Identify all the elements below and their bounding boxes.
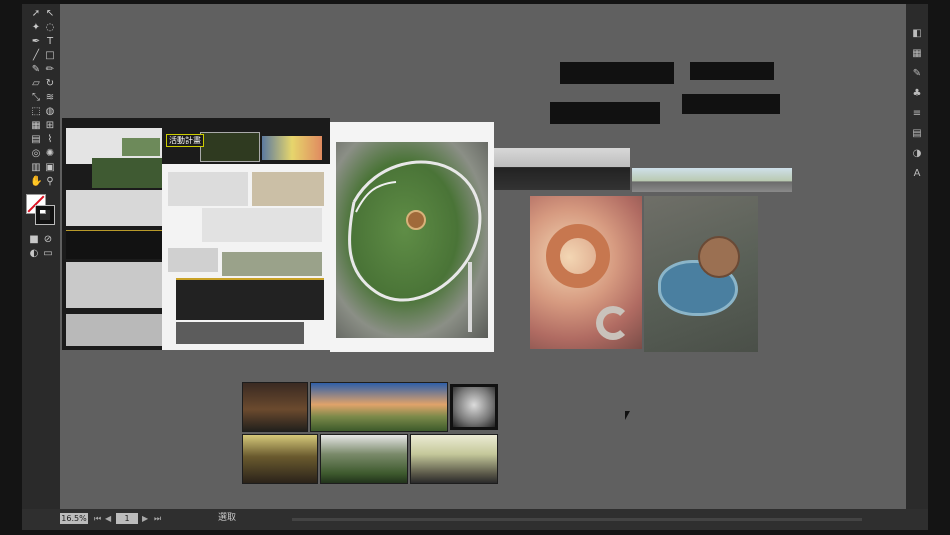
shape-builder-icon[interactable]: ◍ (44, 106, 56, 118)
artboard-poster-2[interactable] (162, 118, 330, 350)
paintbrush-icon[interactable]: ✎ (30, 64, 42, 76)
zoom-level-field[interactable]: 16.5% (60, 513, 88, 524)
scale-icon[interactable]: ⤡ (30, 92, 42, 104)
draw-mode-icon[interactable]: ◐ (28, 248, 40, 260)
ring-structure (546, 224, 610, 288)
photo-thumbnail[interactable] (242, 382, 308, 432)
hand-icon[interactable]: ✋ (30, 176, 42, 188)
screen-mode-icon[interactable]: ▭ (42, 248, 54, 260)
poster-photo (122, 138, 160, 156)
symbol-sprayer-icon[interactable]: ✺ (44, 148, 56, 160)
photo-panel (252, 172, 324, 206)
swatches-icon[interactable]: ▦ (911, 48, 923, 60)
status-bar: 16.5% ⏮ ◀ 1 ▶ ⏭ 選取 (22, 509, 928, 530)
sketch-panel (168, 172, 248, 206)
right-panel-dock: ◧ ▦ ✎ ♣ ≡ ▤ ◑ A (906, 4, 928, 530)
thumbnail-strip[interactable] (560, 62, 674, 84)
tools-panel: ➚ ↖ ✦ ◌ ✒ T ╱ □ ✎ ✏ ▱ ↻ ⤡ ≋ ⬚ ◍ ▦ ⊞ ▤ ⌇ … (22, 4, 60, 530)
last-page-icon[interactable]: ⏭ (154, 513, 161, 524)
mesh-icon[interactable]: ⊞ (44, 120, 56, 132)
thumbnail-strip[interactable] (690, 62, 774, 80)
photo-thumbnail[interactable] (242, 434, 318, 484)
photo-thumbnail[interactable] (410, 434, 498, 484)
first-page-icon[interactable]: ⏮ (94, 513, 101, 524)
eraser-icon[interactable]: ▱ (30, 78, 42, 90)
pencil-icon[interactable]: ✏ (44, 64, 56, 76)
zoom-icon[interactable]: ⚲ (44, 176, 56, 188)
gradient-panel-icon[interactable]: ▤ (911, 128, 923, 140)
elevation-strip-2[interactable] (632, 168, 792, 192)
status-mode-label: 選取 (218, 513, 237, 523)
photo-thumbnail[interactable] (320, 434, 408, 484)
brushes-icon[interactable]: ✎ (911, 68, 923, 80)
prev-page-icon[interactable]: ◀ (105, 513, 111, 524)
site-path-inner (355, 181, 397, 213)
stroke-icon[interactable]: ≡ (911, 108, 923, 120)
mouse-cursor-icon (625, 411, 630, 420)
rectangle-icon[interactable]: □ (44, 50, 56, 62)
timeline-panel (176, 278, 324, 320)
selection-icon[interactable]: ➚ (30, 8, 42, 20)
sketch-panel (168, 248, 218, 272)
pen-icon[interactable]: ✒ (30, 36, 42, 48)
site-path-loop (348, 160, 482, 302)
line-icon[interactable]: ╱ (30, 50, 42, 62)
ring-structure-small (596, 306, 630, 340)
photo-thumbnail[interactable] (310, 382, 448, 432)
gradient-icon[interactable]: ▤ (30, 134, 42, 146)
photo-panel (222, 252, 322, 276)
diagram-map (262, 136, 322, 160)
section-panel (202, 208, 322, 242)
thumbnail-strip[interactable] (682, 94, 780, 114)
render-strip (176, 322, 304, 344)
direct-selection-icon[interactable]: ↖ (44, 8, 56, 20)
type-icon[interactable]: T (44, 36, 56, 48)
symbols-icon[interactable]: ♣ (911, 88, 923, 100)
graph-icon[interactable]: ▥ (30, 162, 42, 174)
poster-section (66, 314, 162, 346)
site-plaza-marker (406, 210, 426, 230)
poster-photo (92, 158, 162, 188)
poster-dark-strip (66, 230, 162, 259)
warp-icon[interactable]: ≋ (44, 92, 56, 104)
poster-section (66, 262, 162, 308)
perspective-icon[interactable]: ▦ (30, 120, 42, 132)
magic-wand-icon[interactable]: ✦ (30, 22, 42, 34)
elevation-strip-1[interactable] (494, 148, 630, 190)
poster-title: 活動計畫 (166, 134, 204, 147)
color-mode-icon[interactable]: ■ (28, 234, 40, 246)
site-plan-paths (348, 160, 482, 332)
transparency-icon[interactable]: ◑ (911, 148, 923, 160)
page-number-field[interactable]: 1 (116, 513, 138, 524)
artboard-icon[interactable]: ▣ (44, 162, 56, 174)
deck-shape (698, 236, 740, 278)
artboard-canvas[interactable]: 活動計畫 (60, 4, 906, 509)
free-transform-icon[interactable]: ⬚ (30, 106, 42, 118)
site-photo (200, 132, 260, 162)
lasso-icon[interactable]: ◌ (44, 22, 56, 34)
horizontal-scrollbar[interactable] (292, 518, 862, 521)
monitor-screen: ➚ ↖ ✦ ◌ ✒ T ╱ □ ✎ ✏ ▱ ↻ ⤡ ≋ ⬚ ◍ ▦ ⊞ ▤ ⌇ … (22, 4, 928, 530)
thumbnail-strip[interactable] (550, 102, 660, 124)
poster-panel (66, 190, 162, 226)
none-mode-icon[interactable]: ⊘ (42, 234, 54, 246)
character-icon[interactable]: A (911, 168, 923, 180)
rotate-icon[interactable]: ↻ (44, 78, 56, 90)
stroke-swatch[interactable] (35, 205, 55, 225)
site-road (468, 262, 472, 332)
next-page-icon[interactable]: ▶ (142, 513, 148, 524)
color-icon[interactable]: ◧ (911, 28, 923, 40)
eyedropper-icon[interactable]: ⌇ (44, 134, 56, 146)
photo-thumbnail-selected[interactable] (450, 384, 498, 430)
blend-icon[interactable]: ◎ (30, 148, 42, 160)
fill-stroke-swatch[interactable] (26, 194, 56, 228)
